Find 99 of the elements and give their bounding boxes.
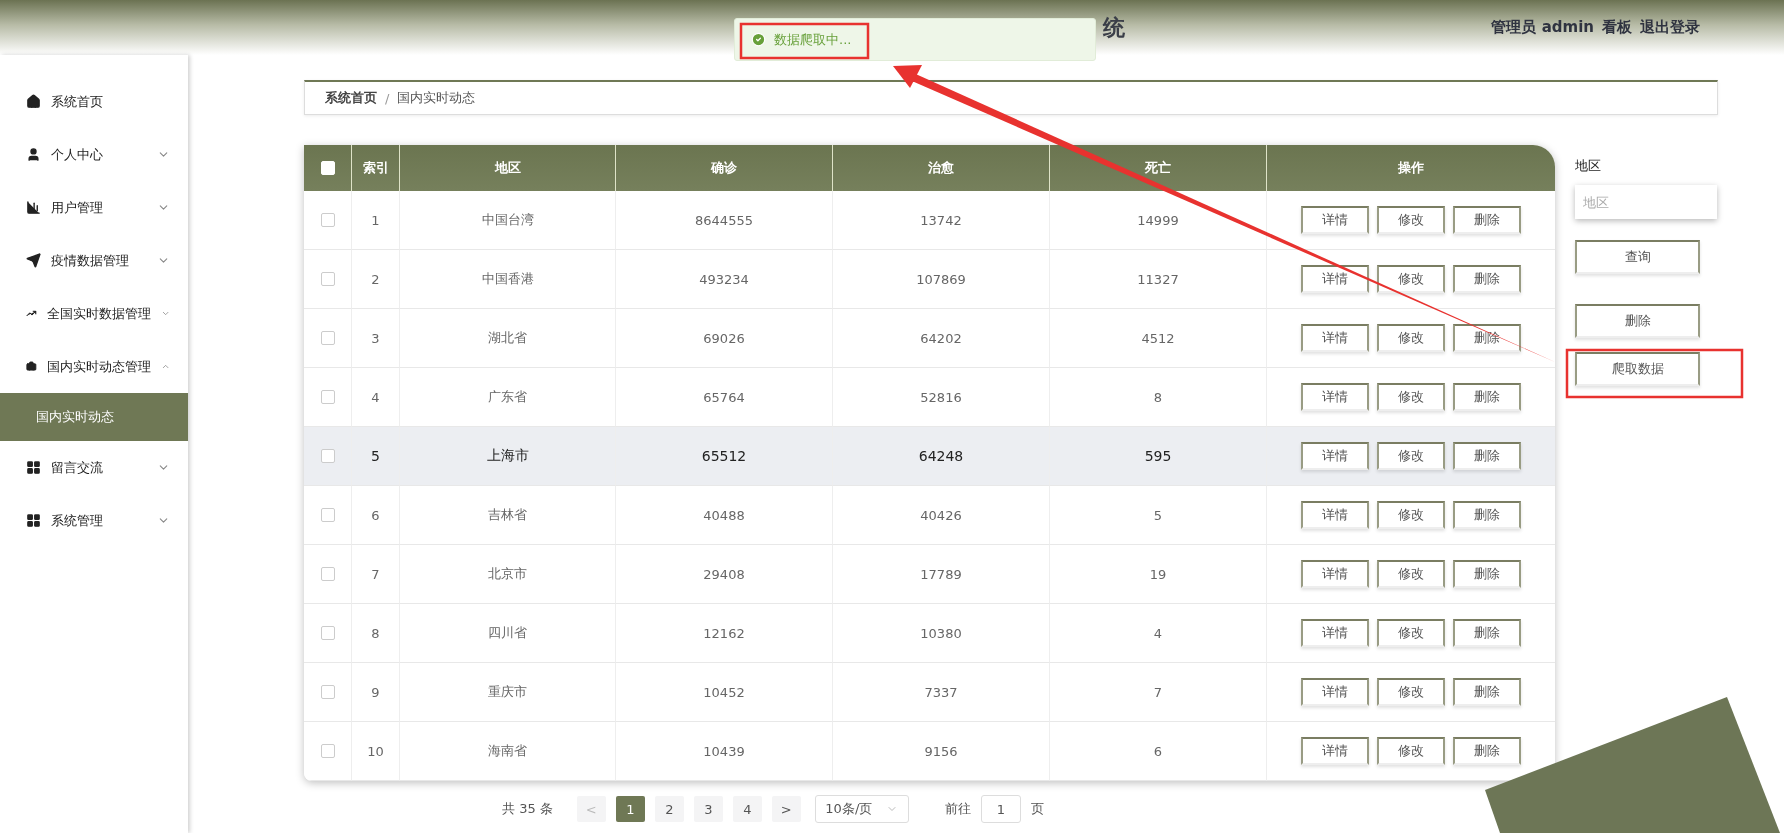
action-button[interactable]: 修改 (1377, 501, 1445, 529)
action-button[interactable]: 删除 (1453, 265, 1521, 293)
action-button[interactable]: 删除 (1453, 737, 1521, 765)
row-checkbox[interactable] (320, 744, 335, 758)
sidebar-item[interactable]: 系统首页 (0, 75, 188, 128)
sidebar-label: 疫情数据管理 (51, 251, 130, 270)
action-button[interactable]: 修改 (1377, 678, 1445, 706)
action-button[interactable]: 详情 (1301, 206, 1369, 234)
table-cell: 10439 (616, 722, 833, 781)
row-checkbox[interactable] (320, 449, 335, 463)
success-icon (751, 32, 766, 47)
sidebar-item[interactable]: 疫情数据管理 (0, 234, 188, 287)
action-button[interactable]: 删除 (1453, 560, 1521, 588)
row-checkbox[interactable] (320, 272, 335, 286)
row-checkbox[interactable] (320, 626, 335, 640)
action-button[interactable]: 详情 (1301, 678, 1369, 706)
sidebar-subitem[interactable]: 国内实时动态 (0, 393, 188, 441)
sidebar-label: 留言交流 (51, 458, 104, 477)
sidebar-label: 用户管理 (51, 198, 104, 217)
table-cell: 6 (1050, 722, 1267, 781)
total-count: 共 35 条 (502, 800, 553, 818)
sidebar-item[interactable]: 用户管理 (0, 181, 188, 234)
briefcase-icon (26, 359, 37, 374)
row-checkbox[interactable] (320, 331, 335, 345)
header-link[interactable]: 退出登录 (1640, 18, 1700, 37)
action-button[interactable]: 详情 (1301, 619, 1369, 647)
sidebar-item[interactable]: 系统管理 (0, 494, 188, 547)
toast-text: 数据爬取中... (774, 30, 852, 49)
action-button[interactable]: 修改 (1377, 265, 1445, 293)
panel-button[interactable]: 爬取数据 (1575, 352, 1700, 386)
user-label: 管理员 admin (1491, 18, 1594, 37)
action-button[interactable]: 修改 (1377, 206, 1445, 234)
field-label: 地区 (1575, 157, 1602, 175)
sidebar-item[interactable]: 国内实时动态管理 (0, 340, 188, 393)
sidebar-item[interactable]: 全国实时数据管理 (0, 287, 188, 340)
header-title: 统 (1103, 13, 1125, 42)
sidebar-label: 系统管理 (51, 511, 104, 530)
sidebar-label: 系统首页 (51, 92, 104, 111)
column-header: 确诊 (616, 145, 833, 191)
action-button[interactable]: 详情 (1301, 383, 1369, 411)
goto-label: 前往 (944, 800, 971, 818)
action-button[interactable]: 详情 (1301, 442, 1369, 470)
column-header: 地区 (400, 145, 616, 191)
panel-button[interactable]: 删除 (1575, 304, 1700, 338)
table-cell: 10 (352, 722, 400, 781)
action-button[interactable]: 删除 (1453, 383, 1521, 411)
table-cell: 海南省 (400, 722, 616, 781)
table-cell: 9156 (833, 722, 1050, 781)
page-size-select[interactable]: 10条/页 (814, 795, 909, 823)
sidebar-label: 全国实时数据管理 (46, 304, 151, 323)
breadcrumb-current: 国内实时动态 (397, 89, 476, 107)
row-checkbox[interactable] (320, 567, 335, 581)
action-button[interactable]: 删除 (1453, 619, 1521, 647)
action-button[interactable]: 详情 (1301, 501, 1369, 529)
action-button[interactable]: 修改 (1377, 737, 1445, 765)
row-checkbox[interactable] (320, 390, 335, 404)
action-button[interactable]: 删除 (1453, 206, 1521, 234)
action-button[interactable]: 详情 (1301, 265, 1369, 293)
region-input[interactable]: 地区 (1575, 185, 1717, 219)
row-checkbox[interactable] (320, 508, 335, 522)
page-button[interactable]: 2 (654, 796, 684, 822)
goto-input[interactable]: 1 (980, 795, 1021, 823)
column-header: 治愈 (833, 145, 1050, 191)
select-all-checkbox[interactable] (320, 161, 335, 175)
grid-icon (26, 460, 41, 475)
user-icon (26, 147, 41, 162)
action-button[interactable]: 删除 (1453, 442, 1521, 470)
column-header: 死亡 (1050, 145, 1267, 191)
page-button[interactable]: 1 (615, 796, 645, 822)
action-button[interactable]: 删除 (1453, 324, 1521, 352)
column-header: 索引 (352, 145, 400, 191)
action-button[interactable]: 删除 (1453, 501, 1521, 529)
action-button[interactable]: 修改 (1377, 560, 1445, 588)
row-checkbox[interactable] (320, 685, 335, 699)
action-button[interactable]: 修改 (1377, 324, 1445, 352)
home-icon (26, 94, 41, 109)
next-page-button[interactable]: > (771, 796, 801, 822)
sidebar-label: 国内实时动态管理 (46, 357, 151, 376)
action-button[interactable]: 修改 (1377, 442, 1445, 470)
sidebar-item[interactable]: 个人中心 (0, 128, 188, 181)
grid-icon (26, 513, 41, 528)
panel-button[interactable]: 查询 (1575, 240, 1700, 274)
action-button[interactable]: 修改 (1377, 619, 1445, 647)
page-button[interactable]: 4 (732, 796, 762, 822)
action-button[interactable]: 详情 (1301, 560, 1369, 588)
paper-plane-icon (26, 253, 41, 268)
header-link[interactable]: 看板 (1602, 18, 1632, 37)
action-button[interactable]: 修改 (1377, 383, 1445, 411)
breadcrumb-link[interactable]: 系统首页 (325, 89, 377, 107)
action-button[interactable]: 删除 (1453, 678, 1521, 706)
action-button[interactable]: 详情 (1301, 737, 1369, 765)
sidebar-item[interactable]: 留言交流 (0, 441, 188, 494)
column-header: 操作 (1267, 145, 1555, 191)
sidebar-label: 个人中心 (51, 145, 104, 164)
action-button[interactable]: 详情 (1301, 324, 1369, 352)
row-checkbox[interactable] (320, 213, 335, 227)
page-button[interactable]: 3 (693, 796, 723, 822)
breadcrumb-separator: / (385, 90, 390, 106)
goto-suffix: 页 (1030, 800, 1044, 818)
